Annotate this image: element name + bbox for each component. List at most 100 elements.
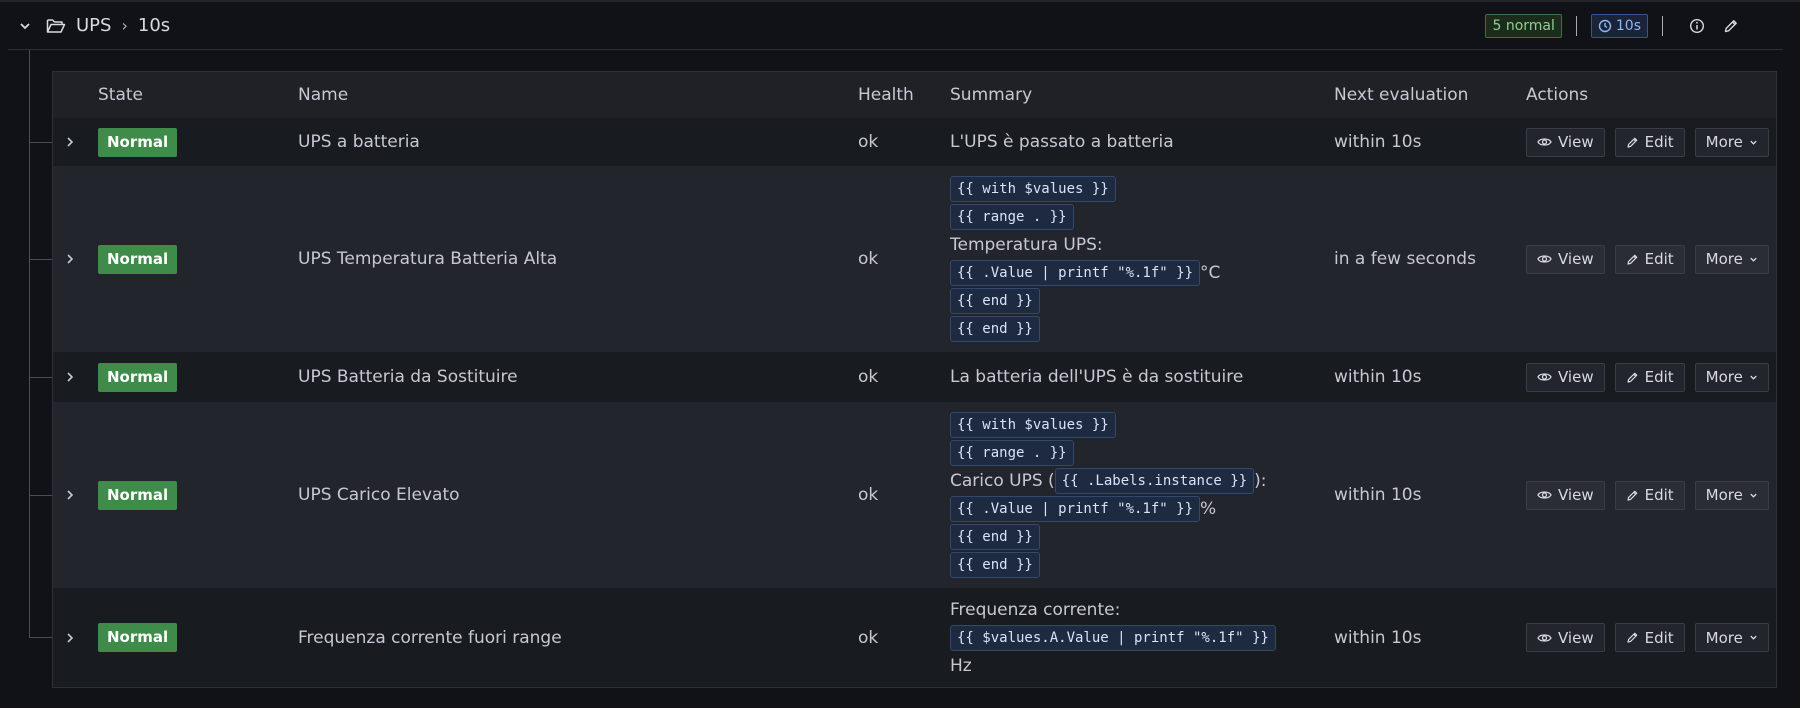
edit-button-label: Edit <box>1644 628 1674 647</box>
summary-cell: Frequenza corrente: {{ $values.A.Value | … <box>950 588 1320 687</box>
column-header-summary: Summary <box>950 85 1033 105</box>
expand-row-chevron-icon[interactable] <box>61 402 79 588</box>
chevron-down-icon <box>1749 491 1758 500</box>
state-badge: Normal <box>98 127 178 157</box>
more-button[interactable]: More <box>1694 127 1769 157</box>
more-button[interactable]: More <box>1694 623 1769 652</box>
row-actions: View Edit More <box>1526 166 1769 352</box>
tree-line <box>29 50 30 638</box>
summary-text: L'UPS è passato a batteria <box>950 132 1174 152</box>
rule-name: Frequenza corrente fuori range <box>298 627 562 648</box>
summary-line: {{ .Value | printf "%.1f" }} °C <box>950 259 1220 287</box>
rule-name: UPS Carico Elevato <box>298 485 460 505</box>
health-value: ok <box>858 249 879 269</box>
more-button-label: More <box>1705 628 1743 647</box>
view-button[interactable]: View <box>1526 244 1605 274</box>
info-icon[interactable] <box>1683 12 1711 40</box>
template-code: {{ .Labels.instance }} <box>1054 468 1255 494</box>
expand-row-chevron-icon[interactable] <box>61 588 79 687</box>
edit-button[interactable]: Edit <box>1614 362 1685 392</box>
edit-button-label: Edit <box>1644 486 1674 504</box>
edit-button-label: Edit <box>1644 368 1674 386</box>
template-code: {{ range . }} <box>950 440 1074 466</box>
summary-line: {{ end }} <box>950 315 1040 343</box>
summary-text: Carico UPS ( <box>950 471 1055 491</box>
summary-line: {{ with $values }} <box>950 411 1116 439</box>
summary-line: {{ with $values }} <box>950 175 1116 203</box>
health-value: ok <box>858 485 879 505</box>
summary-line: {{ $values.A.Value | printf "%.1f" }} <box>950 624 1276 652</box>
eye-icon <box>1537 136 1552 148</box>
expand-row-chevron-icon[interactable] <box>61 118 79 166</box>
row-actions: View Edit More <box>1526 402 1769 588</box>
summary-line: {{ .Value | printf "%.1f" }}% <box>950 495 1216 523</box>
tree-connector <box>29 637 52 638</box>
view-button[interactable]: View <box>1526 127 1605 157</box>
more-button[interactable]: More <box>1694 480 1769 510</box>
chevron-down-icon <box>1749 255 1758 264</box>
eye-icon <box>1537 371 1552 383</box>
edit-button[interactable]: Edit <box>1614 623 1685 652</box>
edit-button[interactable]: Edit <box>1614 244 1685 274</box>
pencil-icon <box>1626 489 1639 502</box>
summary-line: Carico UPS ({{ .Labels.instance }}): <box>950 467 1267 495</box>
summary-text: Temperatura UPS: <box>950 235 1103 255</box>
clock-icon <box>1598 19 1612 33</box>
table-row: Normal UPS a batteria ok L'UPS è passato a … <box>53 118 1776 166</box>
table-row: Normal UPS Temperatura Batteria Alta ok {{ … <box>53 166 1776 352</box>
view-button[interactable]: View <box>1526 362 1605 392</box>
rule-name: UPS Temperatura Batteria Alta <box>298 249 558 269</box>
row-actions: View Edit More <box>1526 352 1769 402</box>
template-code: {{ end }} <box>950 524 1040 550</box>
summary-line: {{ range . }} <box>950 439 1074 467</box>
template-code: {{ end }} <box>950 288 1040 314</box>
edit-button[interactable]: Edit <box>1614 127 1685 157</box>
group-interval: 10s <box>137 15 171 36</box>
edit-group-pencil-icon[interactable] <box>1717 12 1745 40</box>
chevron-down-icon <box>1749 373 1758 382</box>
normal-count-badge: 5 normal <box>1485 13 1562 38</box>
table-row: Normal UPS Batteria da Sostituire ok La bat… <box>53 352 1776 402</box>
view-button-label: View <box>1558 368 1594 386</box>
row-actions: View Edit More <box>1526 118 1769 166</box>
more-button[interactable]: More <box>1694 244 1769 274</box>
summary-line: L'UPS è passato a batteria <box>950 128 1174 156</box>
edit-button[interactable]: Edit <box>1614 480 1685 510</box>
collapse-chevron-icon[interactable] <box>8 9 42 43</box>
next-evaluation: within 10s <box>1334 132 1422 152</box>
tree-connector <box>29 259 52 260</box>
more-button[interactable]: More <box>1694 362 1769 392</box>
chevron-down-icon <box>1749 633 1758 642</box>
view-button[interactable]: View <box>1526 480 1605 510</box>
state-badge: Normal <box>98 623 178 652</box>
summary-text: Hz <box>950 655 972 676</box>
summary-cell: La batteria dell'UPS è da sostituire <box>950 352 1320 402</box>
expand-row-chevron-icon[interactable] <box>61 166 79 352</box>
view-button-label: View <box>1558 250 1594 268</box>
expand-row-chevron-icon[interactable] <box>61 352 79 402</box>
rule-name: UPS Batteria da Sostituire <box>298 367 518 387</box>
summary-cell: L'UPS è passato a batteria <box>950 118 1320 166</box>
tree-connector <box>29 377 52 378</box>
pencil-icon <box>1626 136 1639 149</box>
row-actions: View Edit More <box>1526 588 1769 687</box>
summary-text: % <box>1200 499 1217 519</box>
state-badge: Normal <box>98 362 178 392</box>
summary-line: Hz <box>950 652 972 680</box>
template-code: {{ .Value | printf "%.1f" }} <box>950 496 1201 522</box>
summary-line: {{ end }} <box>950 523 1040 551</box>
evaluation-interval-badge: 10s <box>1590 13 1648 38</box>
header-divider <box>1575 15 1577 36</box>
template-code: {{ .Value | printf "%.1f" }} <box>950 260 1201 286</box>
eye-icon <box>1537 253 1552 265</box>
view-button-label: View <box>1558 628 1594 647</box>
next-evaluation: within 10s <box>1334 485 1422 505</box>
summary-line: La batteria dell'UPS è da sostituire <box>950 363 1243 391</box>
column-header-state: State <box>98 85 143 105</box>
table-row: Normal UPS Carico Elevato ok {{ with $value… <box>53 402 1776 588</box>
column-header-name: Name <box>298 85 349 105</box>
template-code: {{ end }} <box>950 552 1040 578</box>
pencil-icon <box>1626 631 1639 644</box>
column-header-next-evaluation: Next evaluation <box>1334 85 1469 105</box>
view-button[interactable]: View <box>1526 623 1605 652</box>
